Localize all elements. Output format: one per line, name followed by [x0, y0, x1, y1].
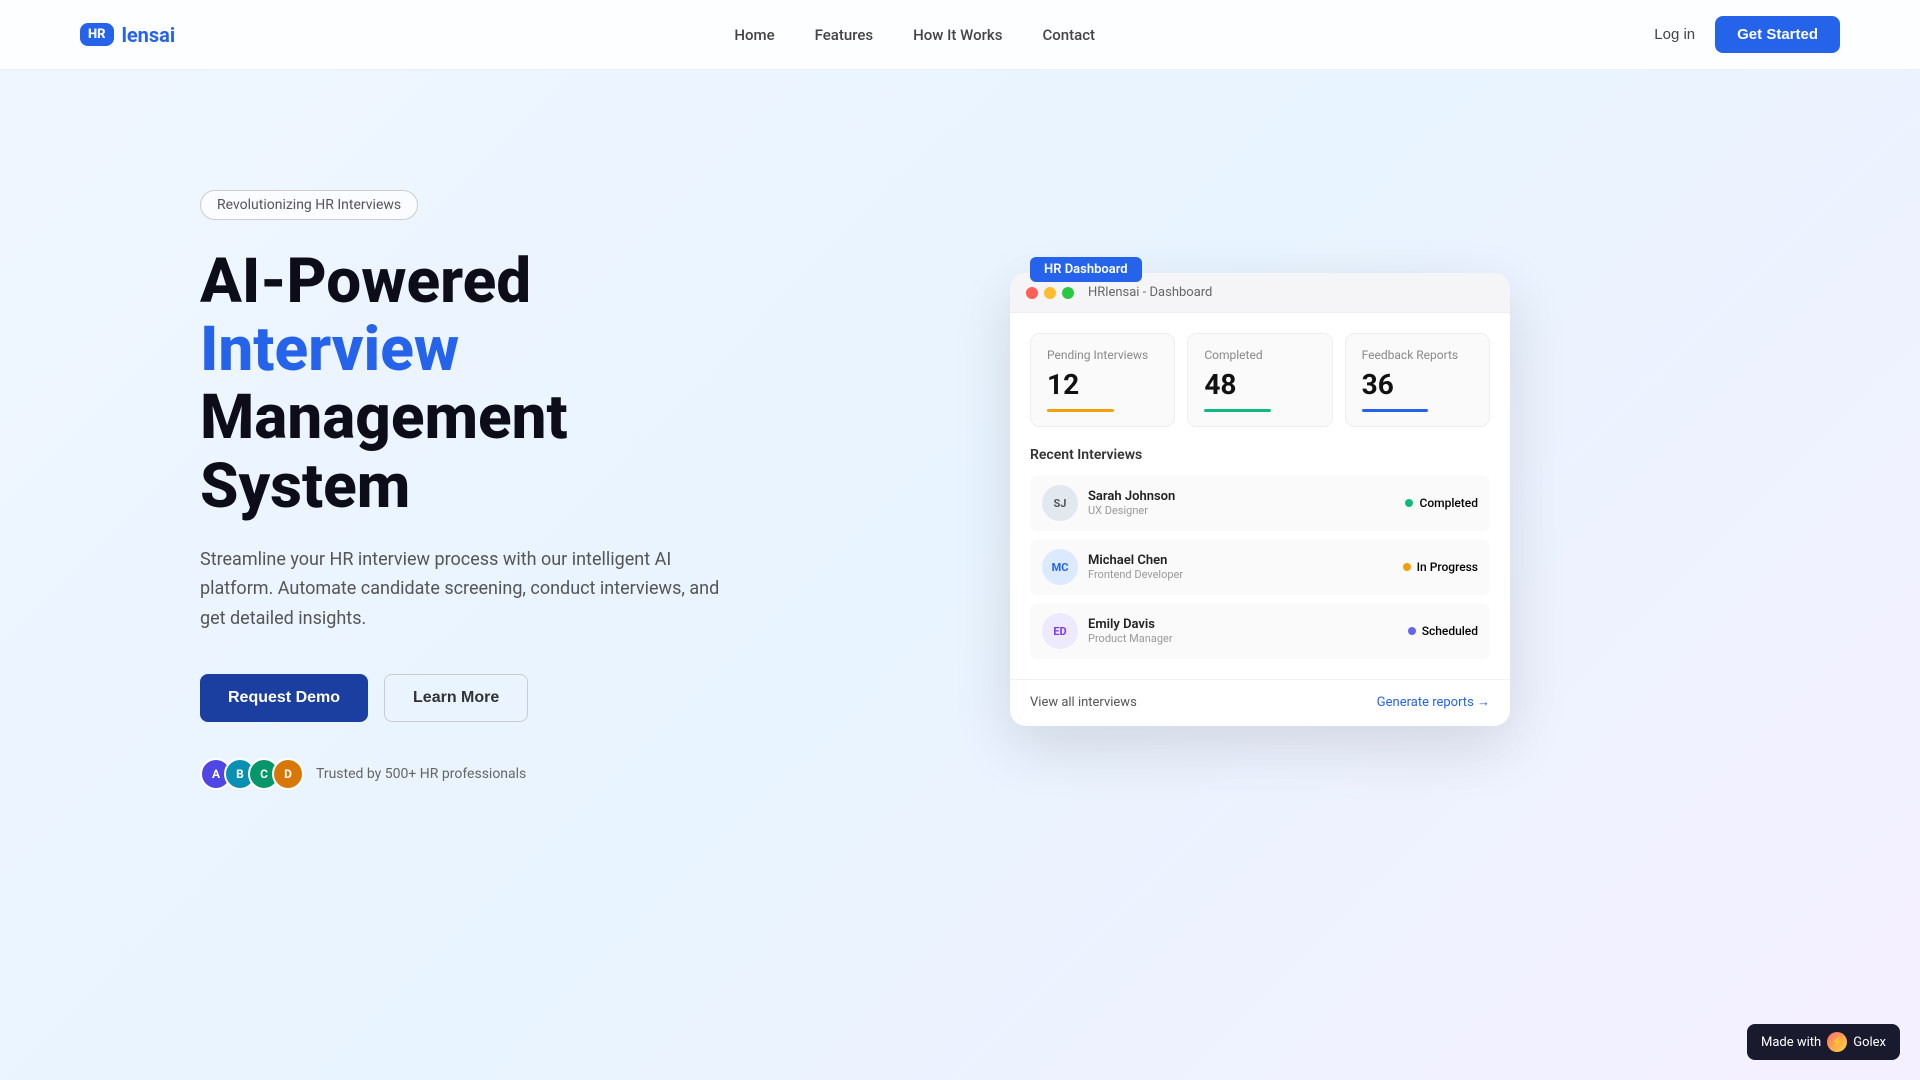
hero-tag: Revolutionizing HR Interviews	[200, 190, 418, 220]
status-badge-mc: In Progress	[1403, 560, 1478, 574]
status-dot-mc	[1403, 563, 1411, 571]
stat-feedback-bar	[1362, 409, 1429, 412]
interviewee-role-mc: Frontend Developer	[1088, 568, 1183, 581]
interviewee-name-ed: Emily Davis	[1088, 617, 1173, 632]
golex-icon: ⚡	[1827, 1032, 1847, 1052]
avatar-mc: MC	[1042, 549, 1078, 585]
nav-actions: Log in Get Started	[1654, 16, 1840, 53]
dashboard-body: Pending Interviews 12 Completed 48 Feedb…	[1010, 313, 1510, 679]
dot-green	[1062, 287, 1074, 299]
stat-feedback: Feedback Reports 36	[1345, 333, 1490, 427]
status-text-ed: Scheduled	[1422, 624, 1478, 638]
hero-section: Revolutionizing HR Interviews AI-Powered…	[0, 70, 1920, 870]
dot-yellow	[1044, 287, 1056, 299]
dot-red	[1026, 287, 1038, 299]
hero-trust: A B C D Trusted by 500+ HR professionals	[200, 758, 720, 790]
interviewee-name-sj: Sarah Johnson	[1088, 489, 1175, 504]
view-all-link[interactable]: View all interviews	[1030, 695, 1137, 710]
interview-left: SJ Sarah Johnson UX Designer	[1042, 485, 1175, 521]
hero-buttons: Request Demo Learn More	[200, 674, 720, 722]
nav-features[interactable]: Features	[815, 26, 873, 44]
golex-brand: Golex	[1853, 1035, 1886, 1050]
golex-badge: Made with ⚡ Golex	[1747, 1024, 1900, 1060]
interviewee-info-ed: Emily Davis Product Manager	[1088, 617, 1173, 645]
stat-pending-value: 12	[1047, 368, 1158, 401]
avatar-d: D	[272, 758, 304, 790]
recent-interviews-title: Recent Interviews	[1030, 447, 1490, 463]
nav-contact[interactable]: Contact	[1042, 26, 1095, 44]
dashboard-footer: View all interviews Generate reports →	[1010, 679, 1510, 726]
stat-feedback-label: Feedback Reports	[1362, 348, 1473, 362]
stat-feedback-value: 36	[1362, 368, 1473, 401]
stat-completed-label: Completed	[1204, 348, 1315, 362]
avatar-ed: ED	[1042, 613, 1078, 649]
logo[interactable]: HR lensai	[80, 23, 175, 47]
dashboard-wrapper: HR Dashboard HRlensai - Dashboard	[1010, 273, 1510, 726]
titlebar-dots	[1026, 287, 1074, 299]
navbar: HR lensai Home Features How It Works Con…	[0, 0, 1920, 70]
stat-pending-bar	[1047, 409, 1114, 412]
table-row: ED Emily Davis Product Manager Scheduled	[1030, 603, 1490, 659]
dashboard-card: HRlensai - Dashboard Pending Interviews …	[1010, 273, 1510, 726]
interviewee-info-sj: Sarah Johnson UX Designer	[1088, 489, 1175, 517]
interviewee-name-mc: Michael Chen	[1088, 553, 1183, 568]
interview-left: MC Michael Chen Frontend Developer	[1042, 549, 1183, 585]
trust-text: Trusted by 500+ HR professionals	[316, 766, 526, 782]
status-badge-sj: Completed	[1405, 496, 1478, 510]
hero-title: AI-Powered Interview Management System	[200, 248, 720, 521]
status-dot-ed	[1408, 627, 1416, 635]
logo-text: lensai	[122, 23, 176, 47]
interviewee-info-mc: Michael Chen Frontend Developer	[1088, 553, 1183, 581]
interview-list: SJ Sarah Johnson UX Designer Completed	[1030, 475, 1490, 659]
stat-completed-value: 48	[1204, 368, 1315, 401]
interview-left: ED Emily Davis Product Manager	[1042, 613, 1173, 649]
avatar-sj: SJ	[1042, 485, 1078, 521]
login-button[interactable]: Log in	[1654, 26, 1695, 43]
stat-completed-bar	[1204, 409, 1271, 412]
avatar-stack: A B C D	[200, 758, 304, 790]
hero-left: Revolutionizing HR Interviews AI-Powered…	[200, 190, 720, 790]
status-badge-ed: Scheduled	[1408, 624, 1478, 638]
request-demo-button[interactable]: Request Demo	[200, 674, 368, 722]
status-text-sj: Completed	[1419, 496, 1478, 510]
table-row: MC Michael Chen Frontend Developer In Pr…	[1030, 539, 1490, 595]
interviewee-role-ed: Product Manager	[1088, 632, 1173, 645]
stat-pending: Pending Interviews 12	[1030, 333, 1175, 427]
stats-row: Pending Interviews 12 Completed 48 Feedb…	[1030, 333, 1490, 427]
golex-made-with: Made with	[1761, 1035, 1821, 1050]
stat-completed: Completed 48	[1187, 333, 1332, 427]
nav-links: Home Features How It Works Contact	[734, 25, 1095, 44]
stat-pending-label: Pending Interviews	[1047, 348, 1158, 362]
interviewee-role-sj: UX Designer	[1088, 504, 1175, 517]
generate-reports-link[interactable]: Generate reports →	[1377, 694, 1490, 710]
status-dot-sj	[1405, 499, 1413, 507]
nav-how-it-works[interactable]: How It Works	[913, 26, 1002, 44]
dashboard-tag: HR Dashboard	[1030, 257, 1142, 282]
hero-right: HR Dashboard HRlensai - Dashboard	[800, 253, 1720, 726]
titlebar-text: HRlensai - Dashboard	[1088, 285, 1212, 300]
hero-subtitle: Streamline your HR interview process wit…	[200, 545, 720, 634]
logo-badge: HR	[80, 23, 114, 46]
nav-home[interactable]: Home	[734, 26, 774, 44]
get-started-button[interactable]: Get Started	[1715, 16, 1840, 53]
status-text-mc: In Progress	[1417, 560, 1478, 574]
table-row: SJ Sarah Johnson UX Designer Completed	[1030, 475, 1490, 531]
learn-more-button[interactable]: Learn More	[384, 674, 528, 722]
